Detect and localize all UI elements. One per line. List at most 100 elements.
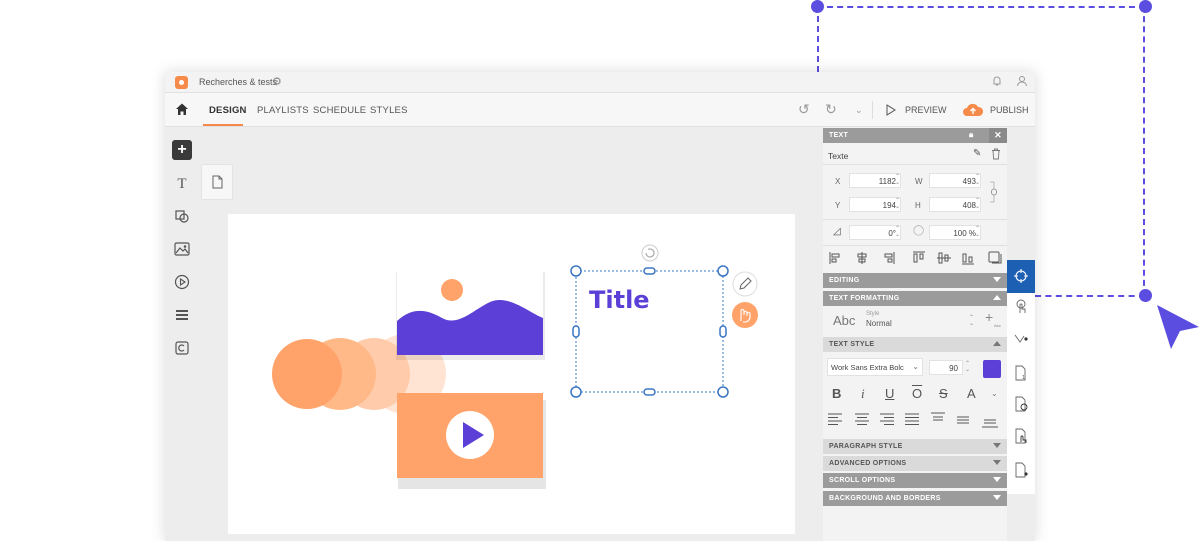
align-top-icon [913,251,925,263]
user-account-icon[interactable] [1016,75,1028,87]
section-text-formatting-label: TEXT FORMATTING [829,295,900,302]
resize-handle-left[interactable] [572,325,580,338]
style-dropdown-arrows[interactable]: ⌃ ⌄ [969,315,974,327]
svg-text:1: 1 [1022,375,1025,381]
image-tool-icon[interactable] [172,239,192,259]
height-input[interactable]: 408 [929,197,981,212]
preview-button[interactable]: PREVIEW [905,105,947,115]
widget-tool-icon[interactable] [172,338,192,358]
text-tool-icon[interactable]: T [172,174,192,194]
interaction-touch-icon[interactable] [1014,299,1028,315]
page-touch-icon[interactable] [1014,428,1028,444]
align-left-icon [829,252,840,264]
add-element-button[interactable]: + [172,140,192,160]
animation-path-icon[interactable] [1014,333,1028,345]
chevron-down-icon[interactable]: ⌄ [855,105,863,116]
chevron-down-icon [993,443,1001,448]
lock-icon[interactable]: 🔒︎ [969,130,974,140]
redo-icon[interactable]: ↻ [825,101,837,118]
width-input[interactable]: 493 [929,173,981,188]
chevron-down-icon [993,477,1001,482]
underline-button[interactable]: U [885,386,894,401]
video-placeholder-card[interactable] [397,393,546,489]
italic-button[interactable]: i [861,386,865,402]
tab-playlists[interactable]: PLAYLISTS [257,105,309,116]
tab-styles[interactable]: STYLES [370,105,408,116]
list-tool-icon[interactable] [172,305,192,325]
design-canvas[interactable]: Title [228,214,795,534]
section-text-formatting[interactable]: TEXT FORMATTING [823,291,1007,306]
position-tool-active[interactable] [1007,260,1035,293]
text-case-button[interactable]: A [967,386,976,401]
page-thumbnail-tab[interactable] [201,164,233,200]
style-select[interactable]: Normal [866,319,892,328]
opacity-input[interactable]: 100 % [929,225,981,240]
rotate-handle-icon[interactable] [641,244,659,262]
opacity-stepper[interactable]: ⌃ ⌄ [975,226,980,238]
decorative-handle [1139,289,1152,302]
width-stepper[interactable]: ⌃ ⌄ [975,174,980,186]
play-preview-icon[interactable] [886,104,896,116]
section-scroll-options[interactable]: SCROLL OPTIONS [823,473,1007,488]
chevron-up-icon [993,341,1001,346]
y-position-input[interactable]: 194 [849,197,901,212]
chevron-down-icon[interactable]: ⌄ [991,389,998,398]
settings-gear-icon[interactable]: ⚙ [272,75,282,88]
page-number-icon[interactable]: 1 [1014,365,1028,381]
resize-handle-bottom-right[interactable] [717,386,729,398]
tab-schedule[interactable]: SCHEDULE [313,105,366,116]
font-size-input[interactable]: 90 [929,360,963,375]
resize-handle-right[interactable] [719,325,727,338]
cloud-upload-icon[interactable] [962,102,984,118]
circle-shape[interactable] [272,339,342,409]
section-advanced-options[interactable]: ADVANCED OPTIONS [823,456,1007,471]
resize-handle-top-left[interactable] [570,265,582,277]
strikethrough-button[interactable]: S [939,386,948,401]
panel-title: TEXT [829,132,849,139]
close-panel-button[interactable]: ✕ [989,128,1007,143]
page-action-icon[interactable] [1014,462,1028,478]
align-bottom-icon [962,253,974,265]
resize-handle-bottom-left[interactable] [570,386,582,398]
rotation-stepper[interactable]: ⌃ ⌄ [895,226,900,238]
interaction-hand-icon[interactable] [732,302,758,328]
x-position-input[interactable]: 1182 [849,173,901,188]
section-editing[interactable]: EDITING [823,273,1007,288]
link-ratio-icon[interactable] [989,181,997,203]
title-bar: Recherches & tests ⚙ [165,72,1035,93]
chevron-down-icon [993,495,1001,500]
resize-handle-top-right[interactable] [717,265,729,277]
image-placeholder-card[interactable] [396,269,545,360]
resize-handle-top[interactable] [643,267,656,275]
home-icon[interactable] [175,102,189,116]
text-justify-icon [905,413,919,425]
notification-bell-icon[interactable] [991,75,1003,87]
rename-pencil-icon[interactable]: ✎ [973,148,981,159]
height-stepper[interactable]: ⌃ ⌄ [975,198,980,210]
font-size-stepper[interactable]: ⌃ ⌄ [965,361,970,373]
shapes-tool-icon[interactable] [172,206,192,226]
text-color-swatch[interactable] [983,360,1001,378]
section-advanced-options-label: ADVANCED OPTIONS [829,460,907,467]
y-stepper[interactable]: ⌃ ⌄ [895,198,900,210]
title-text-element[interactable]: Title [589,286,650,314]
video-tool-icon[interactable] [172,272,192,292]
edit-pencil-icon[interactable] [732,271,758,297]
x-stepper[interactable]: ⌃ ⌄ [895,174,900,186]
section-background-borders[interactable]: BACKGROUND AND BORDERS [823,491,1007,506]
vertical-align-middle-icon [957,416,969,424]
decorative-selection-edge-bottom [1035,295,1145,297]
delete-trash-icon[interactable] [991,148,1001,160]
bold-button[interactable]: B [832,386,841,401]
publish-button[interactable]: PUBLISH [990,105,1029,115]
font-family-select[interactable]: Work Sans Extra Bolc ⌄ [827,358,923,376]
rotation-input[interactable]: 0° [849,225,901,240]
section-text-style[interactable]: TEXT STYLE [823,337,1007,352]
add-style-icon[interactable]: + [985,309,993,325]
undo-icon[interactable]: ↺ [798,101,810,118]
resize-handle-bottom[interactable] [643,388,656,396]
section-paragraph-style[interactable]: PARAGRAPH STYLE [823,439,1007,454]
page-layers-icon[interactable] [1014,396,1028,412]
overline-button[interactable]: O [912,386,922,401]
tab-design[interactable]: DESIGN [209,105,247,116]
